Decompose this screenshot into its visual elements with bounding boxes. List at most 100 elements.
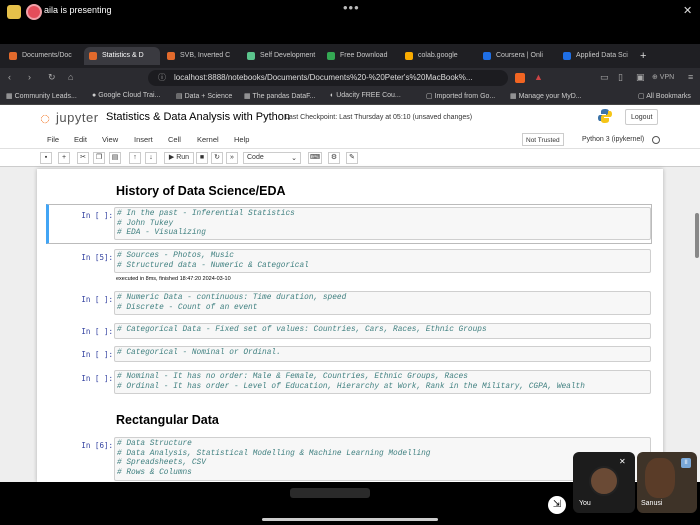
participant-name: Sanusi [641, 500, 663, 507]
tab-colab[interactable]: colab.google [400, 47, 476, 65]
page-scrollbar[interactable] [695, 213, 699, 258]
bookmark-item[interactable]: ▦ Community Leads... [6, 92, 77, 100]
notebook-container[interactable]: History of Data Science/EDA In [ ]: # In… [37, 169, 663, 482]
bookmarks-bar: ▦ Community Leads... ● Google Cloud Trai… [0, 88, 700, 105]
stop-icon[interactable]: ■ [196, 152, 208, 164]
sidebar-icon[interactable]: ▯ [618, 72, 623, 83]
code-line: # EDA - Visualizing [117, 229, 206, 237]
code-line: # Structured data - Numeric & Categorica… [117, 261, 309, 270]
new-tab-button[interactable]: + [640, 47, 654, 65]
forward-icon[interactable]: › [28, 72, 31, 82]
reload-icon[interactable]: ↻ [48, 72, 56, 83]
cell-prompt: In [ ]: [81, 295, 113, 304]
jupyter-wordmark[interactable]: jupyter [56, 110, 99, 125]
url-input[interactable]: ⓘ localhost:8888/notebooks/Documents/Doc… [148, 70, 508, 86]
tab-self-development[interactable]: Self Development [242, 47, 320, 65]
participant-tile-remote[interactable]: II Sanusi [637, 452, 697, 513]
cell-prompt: In [ ]: [81, 327, 113, 336]
cut-icon[interactable]: ✂ [77, 152, 89, 164]
code-cell-input[interactable]: # Sources - Photos, Music # Structured d… [114, 249, 651, 273]
bookmark-item[interactable]: ▢ Imported from Go... [426, 92, 495, 100]
code-line: # Discrete - Count of an event [117, 303, 258, 312]
menu-file[interactable]: File [47, 135, 59, 144]
extensions-icon[interactable]: ▭ [600, 72, 609, 83]
move-up-icon[interactable]: ↑ [129, 152, 141, 164]
restart-icon[interactable]: ↻ [211, 152, 223, 164]
bookmark-item[interactable]: ▦ Manage your MyD... [510, 92, 582, 100]
save-icon[interactable]: ▪ [40, 152, 52, 164]
cell-type-select[interactable]: Code ⌄ [243, 152, 301, 164]
home-icon[interactable]: ⌂ [68, 72, 73, 82]
restart-run-icon[interactable]: » [226, 152, 238, 164]
menu-help[interactable]: Help [234, 135, 249, 144]
bookmark-item[interactable]: ▢ All Bookmarks [638, 92, 691, 100]
menu-kernel[interactable]: Kernel [197, 135, 219, 144]
code-line: # Data Structure [117, 440, 192, 448]
code-cell-input[interactable]: # Categorical - Nominal or Ordinal. [114, 346, 651, 362]
tab-favicon-icon [247, 52, 255, 60]
keyboard-icon[interactable]: ⌨ [308, 152, 322, 164]
home-indicator[interactable] [262, 518, 438, 521]
tab-free-download[interactable]: Free Download [322, 47, 398, 65]
tab-favicon-icon [405, 52, 413, 60]
cell-prompt: In [5]: [81, 253, 113, 262]
menu-cell[interactable]: Cell [168, 135, 181, 144]
presenter-label: aila is presenting [44, 5, 112, 15]
copy-icon[interactable]: ❐ [93, 152, 105, 164]
bookmark-item[interactable]: ▤ Data + Science [176, 92, 232, 100]
insert-cell-icon[interactable]: + [58, 152, 70, 164]
markdown-heading[interactable]: History of Data Science/EDA [116, 184, 286, 198]
participant-tile-self[interactable]: ✕ You [573, 452, 635, 513]
bookmark-item[interactable]: ● Google Cloud Trai... [92, 92, 160, 99]
bookmark-item[interactable]: ◐ Udacity FREE Cou... [330, 92, 401, 99]
paste-icon[interactable]: ▤ [109, 152, 121, 164]
code-cell-input[interactable]: # In the past - Inferential Statistics #… [114, 207, 651, 240]
menu-icon[interactable]: ≡ [688, 72, 693, 82]
brave-shield-icon[interactable] [515, 73, 525, 83]
tab-coursera[interactable]: Coursera | Onli [478, 47, 556, 65]
tab-statistics[interactable]: Statistics & D [84, 47, 160, 65]
back-icon[interactable]: ‹ [8, 72, 11, 82]
tab-applied-data[interactable]: Applied Data Sci [558, 47, 634, 65]
kernel-indicator[interactable]: Python 3 (ipykernel) [582, 136, 644, 143]
vpn-icon[interactable]: ⊕ VPN [652, 73, 674, 81]
code-cell-input[interactable]: # Numeric Data - continuous: Time durati… [114, 291, 651, 315]
trust-status-button[interactable]: Not Trusted [522, 133, 564, 146]
meeting-top-bar: aila is presenting ••• ✕ [0, 0, 700, 44]
run-button[interactable]: ▶ Run [164, 152, 194, 164]
tab-svb[interactable]: SVB, Inverted C [162, 47, 240, 65]
wallet-icon[interactable]: ▣ [636, 72, 645, 83]
jupyter-logo-icon[interactable]: ◌ [40, 109, 50, 129]
kernel-status-icon [652, 136, 660, 144]
extension-tool-icon[interactable]: ✎ [346, 152, 358, 164]
markdown-heading[interactable]: Rectangular Data [116, 413, 219, 427]
move-down-icon[interactable]: ↓ [145, 152, 157, 164]
cell-execution-info: executed in 8ms, finished 18:47:20 2024-… [116, 276, 231, 282]
tab-favicon-icon [563, 52, 571, 60]
menu-insert[interactable]: Insert [134, 135, 153, 144]
cell-prompt: In [ ]: [81, 211, 113, 220]
code-cell-input[interactable]: # Categorical Data - Fixed set of values… [114, 323, 651, 339]
code-line: # Numeric Data - continuous: Time durati… [117, 294, 347, 302]
minimize-video-button[interactable]: ⇲ [548, 496, 566, 514]
tab-label: Free Download [340, 52, 388, 59]
code-cell-input[interactable]: # Data Structure # Data Analysis, Statis… [114, 437, 651, 481]
logout-button[interactable]: Logout [625, 109, 658, 125]
tab-documents[interactable]: Documents/Doc [4, 47, 82, 65]
gear-icon[interactable]: ⚙ [328, 152, 340, 164]
rewards-icon[interactable]: ▲ [534, 72, 543, 82]
menu-view[interactable]: View [102, 135, 118, 144]
cell-type-value: Code [247, 154, 264, 161]
code-line: # Rows & Columns [117, 468, 192, 477]
tab-favicon-icon [167, 52, 175, 60]
pause-icon[interactable]: II [681, 458, 691, 468]
menu-edit[interactable]: Edit [74, 135, 87, 144]
tab-label: Self Development [260, 52, 316, 59]
bookmark-item[interactable]: ▦ The pandas DataF... [244, 92, 315, 100]
mic-off-icon[interactable]: ✕ [683, 4, 692, 17]
more-options-icon[interactable]: ••• [343, 0, 360, 15]
tab-favicon-icon [483, 52, 491, 60]
code-cell-input[interactable]: # Nominal - It has no order: Male & Fema… [114, 370, 651, 394]
tab-favicon-icon [9, 52, 17, 60]
notebook-title[interactable]: Statistics & Data Analysis with Python [106, 111, 290, 123]
